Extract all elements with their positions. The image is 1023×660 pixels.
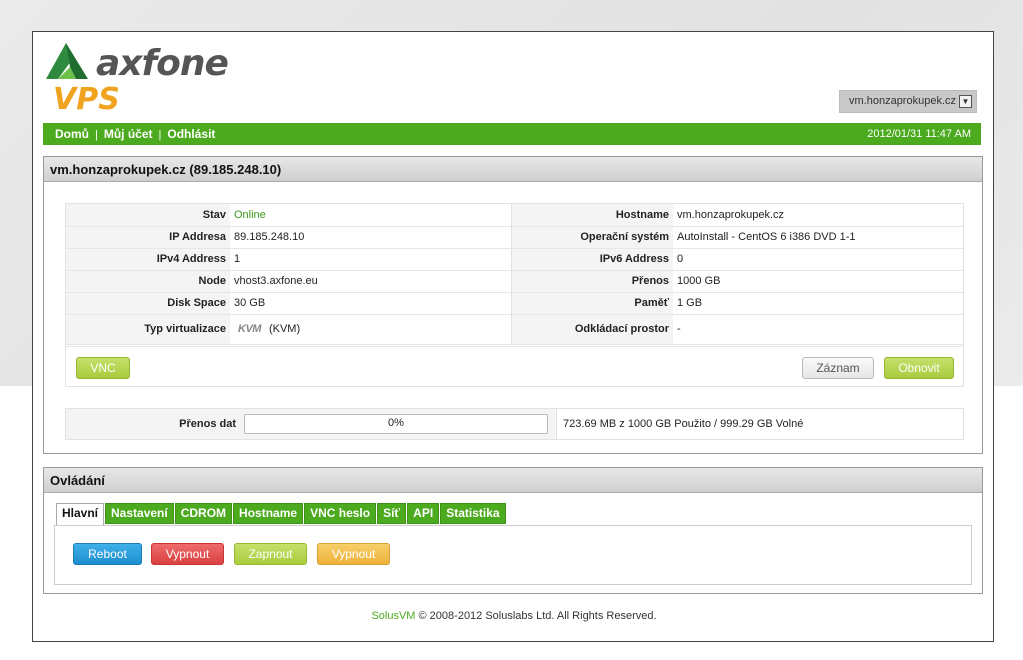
tab-content-main: Reboot Vypnout Zapnout Vypnout	[54, 525, 972, 585]
vm-panel-title: vm.honzaprokupek.cz (89.185.248.10)	[44, 157, 982, 182]
hostname-value: vm.honzaprokupek.cz	[673, 204, 963, 227]
disk-value: 30 GB	[230, 292, 512, 315]
product-title: VPS	[53, 82, 120, 117]
tab-vnc-password[interactable]: VNC heslo	[304, 503, 377, 524]
status-label: Stav	[66, 204, 230, 227]
nav-link-logout[interactable]: Odhlásit	[167, 127, 215, 141]
transfer-label: Přenos dat	[179, 418, 236, 430]
table-row: Disk Space 30 GB Paměť 1 GB	[66, 292, 963, 315]
node-label: Node	[66, 270, 230, 293]
poweroff-button[interactable]: Vypnout	[317, 543, 390, 565]
tab-hostname[interactable]: Hostname	[233, 503, 304, 524]
nav-links: Domů | Můj účet | Odhlásit	[55, 123, 215, 146]
status-value: Online	[230, 204, 512, 227]
kvm-logo-icon: KVM	[238, 323, 261, 335]
nav-datetime: 2012/01/31 11:47 AM	[867, 128, 971, 140]
table-row: Stav Online Hostname vm.honzaprokupek.cz	[66, 204, 963, 227]
hostname-label: Hostname	[511, 204, 673, 227]
axfone-logo-icon	[46, 43, 88, 79]
shutdown-button[interactable]: Vypnout	[151, 543, 224, 565]
nav-separator: |	[95, 129, 98, 141]
vm-info-box: Stav Online Hostname vm.honzaprokupek.cz…	[65, 203, 964, 387]
ip-label: IP Addresa	[66, 226, 230, 249]
table-row: IP Addresa 89.185.248.10 Operační systém…	[66, 226, 963, 249]
tab-network[interactable]: Síť	[377, 503, 407, 524]
control-panel-title: Ovládání	[44, 468, 982, 493]
transfer-usage: 723.69 MB z 1000 GB Použito / 999.29 GB …	[556, 409, 963, 439]
bandwidth-label: Přenos	[511, 270, 673, 293]
vnc-button[interactable]: VNC	[76, 357, 130, 379]
transfer-progress-bar: 0%	[244, 414, 548, 434]
server-select[interactable]: vm.honzaprokupek.cz ▼	[839, 90, 977, 113]
refresh-button[interactable]: Obnovit	[884, 357, 954, 379]
ipv6-label: IPv6 Address	[511, 248, 673, 271]
table-row: Node vhost3.axfone.eu Přenos 1000 GB	[66, 270, 963, 293]
tab-statistics[interactable]: Statistika	[440, 503, 506, 524]
main-frame: axfone VPS vm.honzaprokupek.cz ▼ Domů | Mů…	[32, 31, 994, 642]
axfone-logo[interactable]: axfone	[44, 41, 229, 84]
virt-type-value: KVM (KVM)	[230, 314, 512, 345]
nav-separator: |	[158, 129, 162, 141]
ip-value: 89.185.248.10	[230, 226, 512, 249]
footer-copyright: © 2008-2012 Soluslabs Ltd. All Rights Re…	[415, 610, 657, 622]
server-select-value: vm.honzaprokupek.cz	[849, 95, 956, 107]
tab-api[interactable]: API	[407, 503, 440, 524]
os-value: AutoInstall - CentOS 6 i386 DVD 1-1	[673, 226, 963, 249]
ipv4-value: 1	[230, 248, 512, 271]
os-label: Operační systém	[511, 226, 673, 249]
chevron-down-icon[interactable]: ▼	[959, 95, 972, 108]
data-transfer-row: Přenos dat 0% 723.69 MB z 1000 GB Použit…	[65, 408, 964, 440]
tab-main[interactable]: Hlavní	[56, 503, 105, 526]
ipv6-value: 0	[673, 248, 963, 271]
memory-label: Paměť	[511, 292, 673, 315]
logo-text: axfone	[96, 43, 229, 84]
bandwidth-value: 1000 GB	[673, 270, 963, 293]
disk-label: Disk Space	[66, 292, 230, 315]
footer-brand-link[interactable]: SolusVM	[371, 610, 415, 622]
vm-info-panel: vm.honzaprokupek.cz (89.185.248.10) Stav…	[43, 156, 983, 454]
node-value: vhost3.axfone.eu	[230, 270, 512, 293]
control-tabs: Hlavní Nastavení CDROM Hostname VNC heslo Síť…	[56, 503, 507, 526]
table-row: IPv4 Address 1 IPv6 Address 0	[66, 248, 963, 271]
virt-type-label: Typ virtualizace	[66, 314, 230, 345]
log-button[interactable]: Záznam	[802, 357, 874, 379]
nav-link-home[interactable]: Domů	[55, 127, 89, 141]
control-panel: Ovládání Hlavní Nastavení CDROM Hostname VNC…	[43, 467, 983, 594]
vm-info-table: Stav Online Hostname vm.honzaprokupek.cz…	[66, 204, 963, 345]
boot-button[interactable]: Zapnout	[234, 543, 307, 565]
table-row: Typ virtualizace KVM (KVM) Odkládací pros…	[66, 314, 963, 345]
top-navbar: Domů | Můj účet | Odhlásit 2012/01/31 11:47 …	[43, 123, 981, 145]
swap-value: -	[673, 314, 963, 345]
nav-link-account[interactable]: Můj účet	[104, 127, 153, 141]
memory-value: 1 GB	[673, 292, 963, 315]
tab-settings[interactable]: Nastavení	[105, 503, 174, 524]
transfer-progress-text: 0%	[388, 417, 404, 429]
virt-type-text: (KVM)	[268, 323, 301, 335]
tab-cdrom[interactable]: CDROM	[174, 503, 233, 524]
swap-label: Odkládací prostor	[511, 314, 673, 345]
vm-button-row: VNC Záznam Obnovit	[66, 346, 963, 386]
ipv4-label: IPv4 Address	[66, 248, 230, 271]
footer: SolusVM © 2008-2012 Soluslabs Ltd. All R…	[33, 610, 995, 622]
reboot-button[interactable]: Reboot	[73, 543, 142, 565]
